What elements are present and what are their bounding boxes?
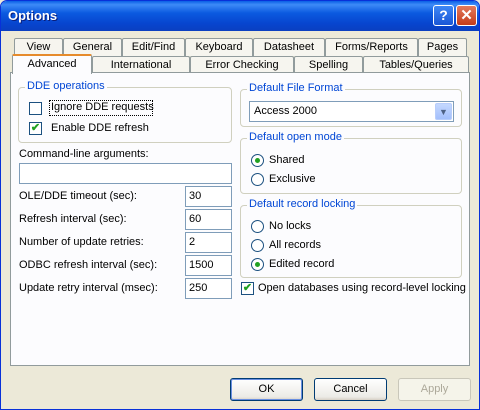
shared-label[interactable]: Shared <box>269 154 304 166</box>
shared-radio[interactable] <box>251 154 264 167</box>
tab-advanced[interactable]: Advanced <box>12 54 92 74</box>
no-locks-radio[interactable] <box>251 220 264 233</box>
record-level-locking-checkbox[interactable]: ✔ <box>241 282 254 295</box>
odbc-refresh-label: ODBC refresh interval (sec): <box>19 259 158 271</box>
all-records-radio[interactable] <box>251 239 264 252</box>
update-retry-interval-input[interactable]: 250 <box>185 278 232 299</box>
update-retries-input[interactable]: 2 <box>185 232 232 253</box>
file-format-dropdown[interactable]: Access 2000 ▼ <box>249 101 454 122</box>
update-retry-interval-label: Update retry interval (msec): <box>19 282 158 294</box>
dde-operations-label: DDE operations <box>25 80 107 92</box>
tab-forms-reports[interactable]: Forms/Reports <box>325 38 418 56</box>
open-mode-group: Default open mode Shared Exclusive <box>240 131 462 194</box>
ok-button[interactable]: OK <box>230 378 303 401</box>
record-level-locking-label[interactable]: Open databases using record-level lockin… <box>258 282 466 294</box>
window-title: Options <box>8 8 58 23</box>
open-mode-label: Default open mode <box>247 131 344 143</box>
exclusive-radio[interactable] <box>251 173 264 186</box>
ole-dde-timeout-label: OLE/DDE timeout (sec): <box>19 190 137 202</box>
exclusive-label[interactable]: Exclusive <box>269 173 315 185</box>
update-retries-label: Number of update retries: <box>19 236 144 248</box>
file-format-label: Default File Format <box>247 82 345 94</box>
ignore-dde-checkbox[interactable] <box>29 102 42 115</box>
ignore-dde-label[interactable]: Ignore DDE requests <box>51 101 154 113</box>
tab-pages[interactable]: Pages <box>418 38 467 56</box>
tab-datasheet[interactable]: Datasheet <box>253 38 325 56</box>
record-locking-group: Default record locking No locks All reco… <box>240 198 462 278</box>
no-locks-label[interactable]: No locks <box>269 220 311 232</box>
edited-record-radio[interactable] <box>251 258 264 271</box>
refresh-interval-input[interactable]: 60 <box>185 209 232 230</box>
command-line-label: Command-line arguments: <box>19 148 149 160</box>
title-bar[interactable]: Options ? ✕ <box>1 1 479 31</box>
advanced-tab-panel: DDE operations Ignore DDE requests ✔ Ena… <box>10 72 470 366</box>
help-button[interactable]: ? <box>433 5 454 26</box>
odbc-refresh-input[interactable]: 1500 <box>185 255 232 276</box>
file-format-value: Access 2000 <box>254 105 317 117</box>
refresh-interval-label: Refresh interval (sec): <box>19 213 127 225</box>
close-button[interactable]: ✕ <box>456 5 477 26</box>
dde-operations-group: DDE operations Ignore DDE requests ✔ Ena… <box>18 80 232 143</box>
enable-dde-refresh-label[interactable]: Enable DDE refresh <box>51 122 149 134</box>
edited-record-label[interactable]: Edited record <box>269 258 334 270</box>
command-line-input[interactable] <box>19 163 232 184</box>
all-records-label[interactable]: All records <box>269 239 321 251</box>
record-locking-label: Default record locking <box>247 198 358 210</box>
tab-edit-find[interactable]: Edit/Find <box>122 38 185 56</box>
tab-keyboard[interactable]: Keyboard <box>185 38 253 56</box>
cancel-button[interactable]: Cancel <box>314 378 387 401</box>
file-format-group: Default File Format Access 2000 ▼ <box>240 82 462 127</box>
enable-dde-refresh-checkbox[interactable]: ✔ <box>29 122 42 135</box>
ole-dde-timeout-input[interactable]: 30 <box>185 186 232 207</box>
chevron-down-icon[interactable]: ▼ <box>435 103 452 120</box>
options-dialog: Options ? ✕ View General Edit/Find Keybo… <box>0 0 480 410</box>
apply-button[interactable]: Apply <box>398 378 471 401</box>
